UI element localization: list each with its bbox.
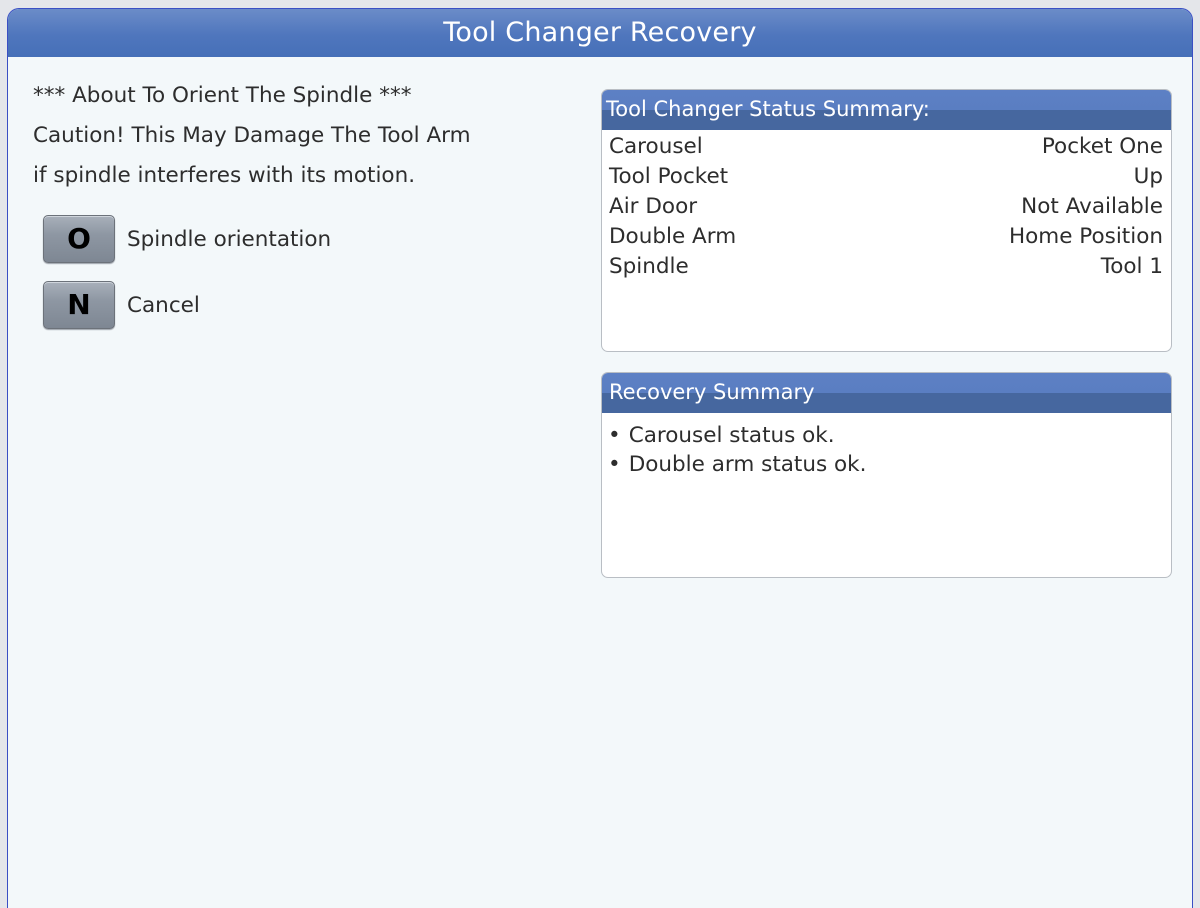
- message-area: *** About To Orient The Spindle *** Caut…: [33, 81, 573, 331]
- status-label: Double Arm: [609, 224, 737, 249]
- bullet-icon: •: [608, 423, 621, 448]
- status-row-double-arm: Double Arm Home Position: [609, 222, 1163, 252]
- status-label: Tool Pocket: [609, 164, 729, 189]
- status-row-carousel: Carousel Pocket One: [609, 132, 1163, 162]
- recovery-summary-list: • Carousel status ok. • Double arm status …: [602, 413, 1171, 479]
- recovery-item-text: Carousel status ok.: [628, 423, 835, 448]
- window-title: Tool Changer Recovery: [8, 9, 1192, 57]
- spindle-orientation-label: Spindle orientation: [127, 226, 332, 252]
- recovery-summary-title: Recovery Summary: [602, 373, 1171, 413]
- spindle-orientation-key-button[interactable]: O: [43, 215, 115, 263]
- cancel-label: Cancel: [127, 292, 200, 318]
- status-value: Not Available: [1021, 194, 1163, 219]
- status-row-tool-pocket: Tool Pocket Up: [609, 162, 1163, 192]
- list-item: • Carousel status ok.: [608, 421, 1165, 450]
- cancel-key-button[interactable]: N: [43, 281, 115, 329]
- status-row-air-door: Air Door Not Available: [609, 192, 1163, 222]
- status-value: Up: [1133, 164, 1163, 189]
- status-label: Spindle: [609, 254, 689, 279]
- bullet-icon: •: [608, 452, 621, 477]
- warning-message-line-2: Caution! This May Damage The Tool Arm: [33, 123, 471, 148]
- list-item: • Double arm status ok.: [608, 450, 1165, 479]
- recovery-summary-panel: Recovery Summary • Carousel status ok. • D…: [601, 372, 1172, 578]
- status-value: Tool 1: [1100, 254, 1163, 279]
- status-summary-title: Tool Changer Status Summary:: [602, 90, 1171, 130]
- status-value: Pocket One: [1041, 134, 1163, 159]
- status-summary-panel: Tool Changer Status Summary: Carousel Po…: [601, 89, 1172, 352]
- status-label: Air Door: [609, 194, 698, 219]
- warning-message-line-1: *** About To Orient The Spindle ***: [33, 83, 412, 108]
- tool-changer-recovery-window: Tool Changer Recovery *** About To Orien…: [7, 8, 1193, 908]
- status-label: Carousel: [609, 134, 703, 159]
- option-cancel: N Cancel: [33, 279, 573, 331]
- recovery-item-text: Double arm status ok.: [628, 452, 867, 477]
- status-row-spindle: Spindle Tool 1: [609, 252, 1163, 282]
- warning-message-line-3: if spindle interferes with its motion.: [33, 163, 416, 188]
- status-value: Home Position: [1008, 224, 1163, 249]
- option-spindle-orientation: O Spindle orientation: [33, 213, 573, 265]
- status-summary-list: Carousel Pocket One Tool Pocket Up Air D…: [602, 130, 1171, 282]
